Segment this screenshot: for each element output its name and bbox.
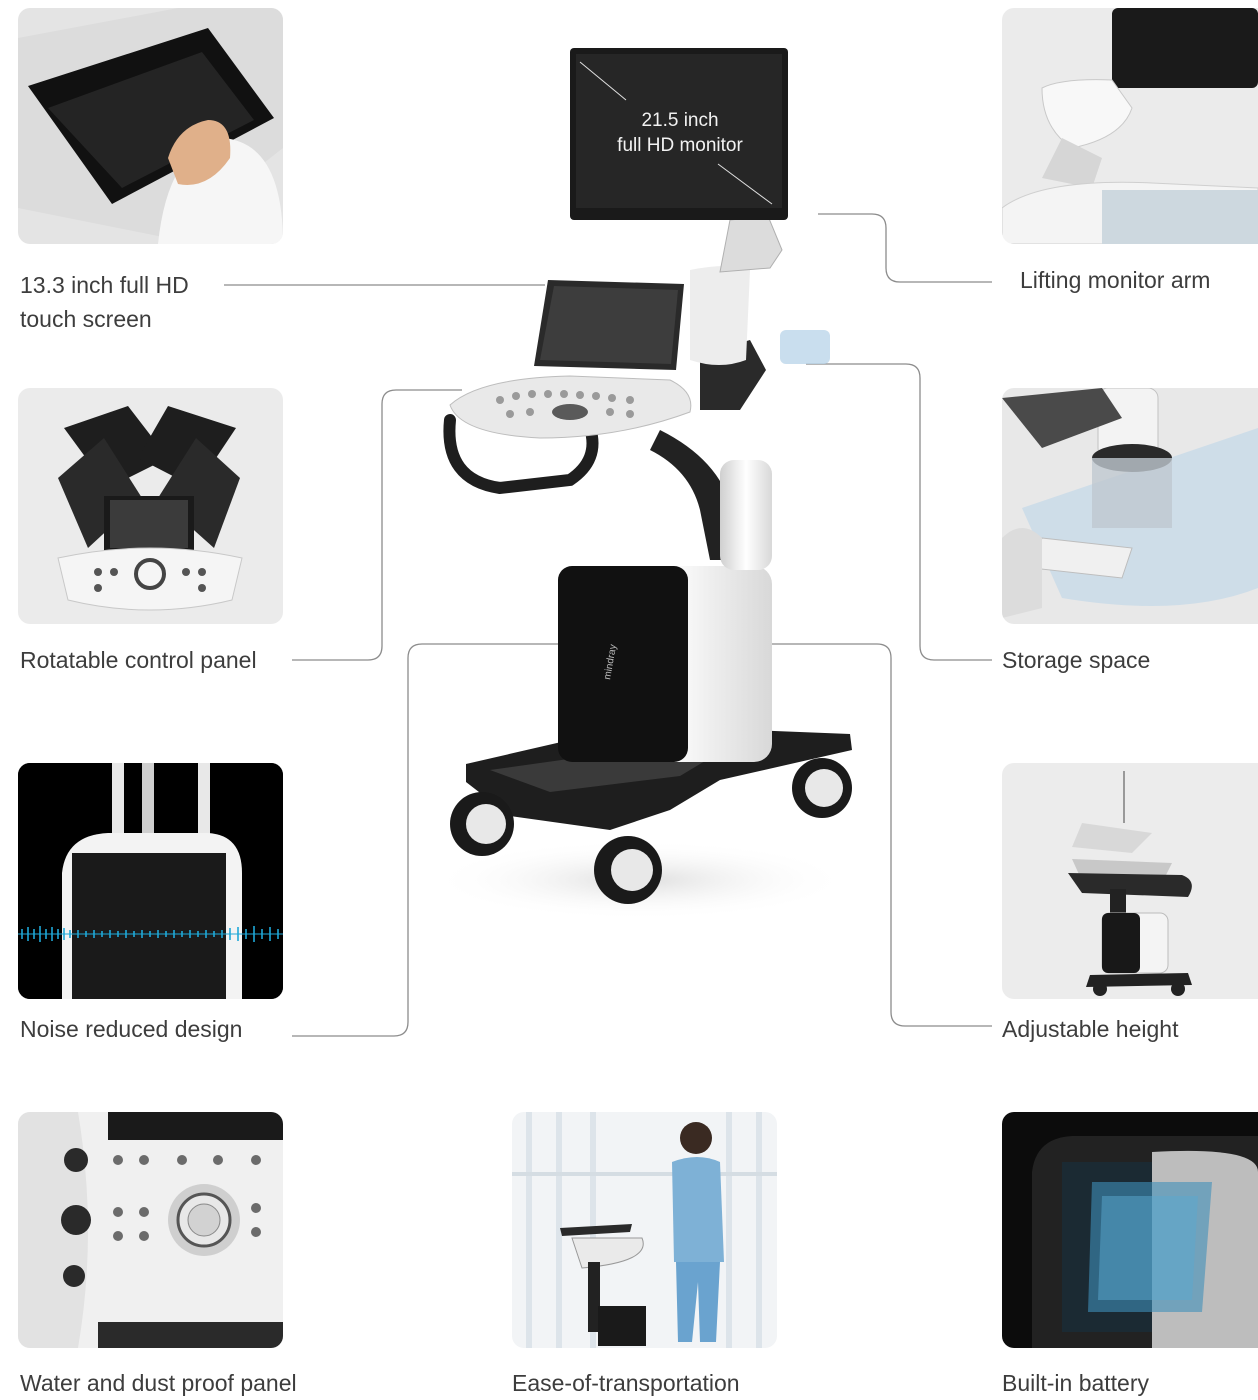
feature-label-touch-screen: 13.3 inch full HD touch screen (20, 272, 189, 332)
rotatable-panel-photo (18, 388, 283, 624)
monitor-type-text: full HD monitor (617, 135, 743, 156)
touch-screen-photo (18, 8, 283, 244)
transportation-photo (512, 1112, 777, 1348)
built-in-battery-photo (1002, 1112, 1258, 1348)
adjustable-height-photo (1002, 763, 1258, 999)
water-proof-panel-photo (18, 1112, 283, 1348)
monitor-callout-label: 21.5 inch full HD monitor (600, 108, 760, 158)
feature-label-noise-reduced: Noise reduced design (20, 1016, 243, 1042)
lifting-arm-photo (1002, 8, 1258, 244)
feature-label-lifting-arm: Lifting monitor arm (1020, 267, 1211, 293)
wheel (450, 792, 514, 856)
feature-label-storage-space: Storage space (1002, 647, 1151, 673)
noise-reduced-photo (18, 763, 283, 999)
feature-label-adjustable-height: Adjustable height (1002, 1016, 1179, 1042)
ultrasound-system-illustration: mindray (430, 48, 852, 920)
feature-label-rotatable-panel: Rotatable control panel (20, 647, 257, 673)
wheel (792, 758, 852, 818)
feature-label-transportation: Ease-of-transportation (512, 1370, 740, 1396)
feature-label-built-in-battery: Built-in battery (1002, 1370, 1150, 1396)
feature-label-water-proof: Water and dust proof panel (20, 1370, 297, 1396)
wheel (594, 836, 662, 904)
monitor-size-text: 21.5 inch (641, 110, 719, 131)
storage-space-photo (1002, 388, 1258, 624)
